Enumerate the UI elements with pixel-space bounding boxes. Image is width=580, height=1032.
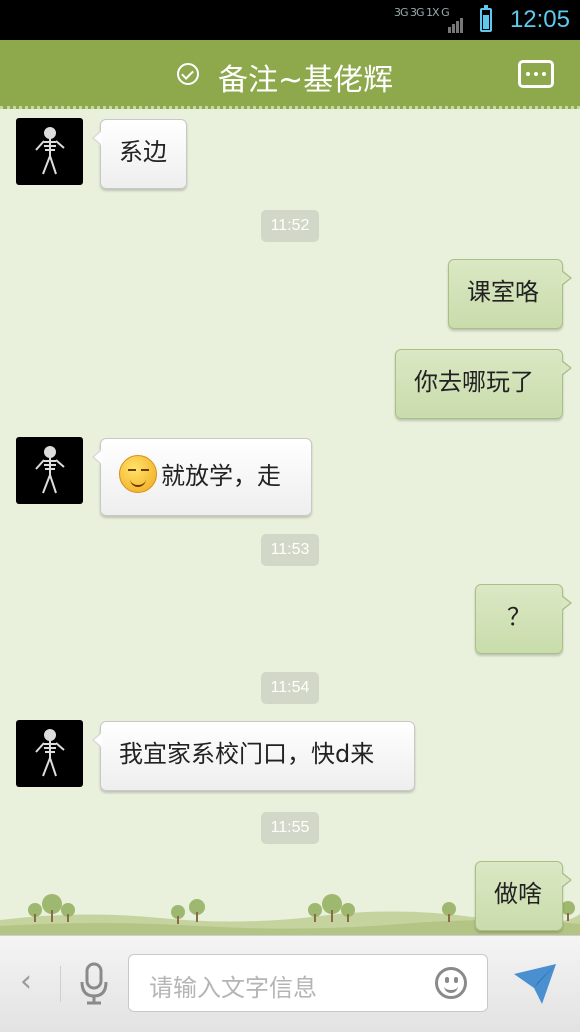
microphone-icon[interactable]: [78, 962, 110, 1006]
timestamp: 11:54: [261, 672, 319, 704]
status-time: 12:05: [509, 6, 570, 33]
outgoing-message[interactable]: 你去哪玩了: [395, 349, 572, 419]
send-icon[interactable]: [512, 960, 558, 1006]
timestamp: 11:55: [261, 812, 319, 844]
network-indicator: 3G 3G 1X G: [394, 6, 450, 19]
incoming-message[interactable]: 系边: [92, 119, 187, 189]
status-bar: 3G 3G 1X G 12:05: [0, 0, 580, 40]
outgoing-message[interactable]: 做啥: [475, 861, 572, 931]
contact-avatar[interactable]: [16, 437, 83, 504]
chat-header: 备注~基佬辉: [0, 40, 580, 109]
message-text: 系边: [119, 138, 167, 166]
outgoing-message[interactable]: ？: [475, 584, 572, 654]
skeleton-avatar-icon: [34, 445, 65, 493]
check-circle-icon: [177, 63, 199, 85]
incoming-message[interactable]: 就放学，走: [92, 438, 312, 516]
message-text: 你去哪玩了: [414, 368, 534, 396]
skeleton-avatar-icon: [34, 126, 65, 174]
contact-name-title: 备注~基佬辉: [218, 63, 394, 98]
more-icon: [526, 72, 530, 76]
emoji-icon[interactable]: [435, 967, 467, 999]
timestamp: 11:52: [261, 210, 319, 242]
message-input[interactable]: 请输入文字信息: [128, 954, 488, 1012]
skeleton-avatar-icon: [34, 728, 65, 776]
message-text: 做啥: [494, 880, 542, 908]
contact-avatar[interactable]: [16, 720, 83, 787]
signal-icon: [448, 14, 464, 33]
message-list[interactable]: 系边 11:52 课室咯 你去哪玩了 就放学，走 11:53 ？ 11:54 我…: [0, 109, 580, 935]
message-text: 课室咯: [467, 278, 539, 306]
smirk-emoji-icon: [119, 455, 157, 493]
incoming-message[interactable]: 我宜家系校门口，快d来: [92, 721, 415, 791]
input-bar: ‹ 请输入文字信息: [0, 935, 580, 1032]
battery-icon: [480, 5, 492, 32]
contact-avatar[interactable]: [16, 118, 83, 185]
message-text: ？: [507, 603, 531, 631]
message-text: 我宜家系校门口，快d来: [119, 740, 375, 768]
outgoing-message[interactable]: 课室咯: [448, 259, 572, 329]
message-text: 就放学，走: [161, 462, 281, 490]
more-options-button[interactable]: [518, 60, 554, 88]
back-arrow-icon[interactable]: ‹: [20, 964, 32, 999]
timestamp: 11:53: [261, 534, 319, 566]
input-placeholder: 请输入文字信息: [149, 974, 317, 1002]
divider: [60, 966, 61, 1002]
